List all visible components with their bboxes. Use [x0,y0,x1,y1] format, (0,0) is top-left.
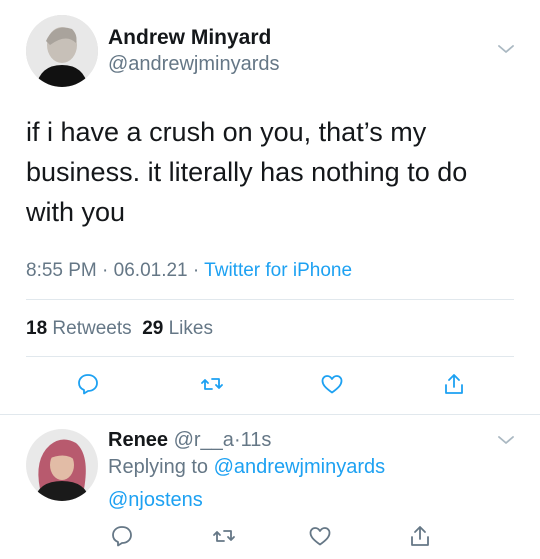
like-count: 29 [142,318,164,339]
reply-icon[interactable] [110,524,134,548]
likes-stat[interactable]: 29 Likes [142,318,213,339]
reply-icon[interactable] [76,372,100,396]
retweet-label: Retweets [52,318,132,339]
chevron-down-icon[interactable] [496,433,516,447]
author-handle[interactable]: @andrewjminyards [108,53,279,76]
reply-name[interactable]: Renee [108,429,168,451]
main-tweet: Andrew Minyard @andrewjminyards if i hav… [0,0,540,416]
heart-icon[interactable] [308,524,332,548]
replying-prefix: Replying to [108,456,209,478]
reply-tweet[interactable]: Renee @r__a·11s Replying to @andrewjminy… [0,415,540,559]
chevron-down-icon[interactable] [496,42,516,56]
reply-time: 11s [240,429,272,451]
retweet-count: 18 [26,318,48,339]
divider [26,299,514,300]
tweet-date: 06.01.21 [113,260,188,281]
reply-header: Renee @r__a·11s [108,429,271,452]
retweets-stat[interactable]: 18 Retweets [26,318,132,339]
reply-dot: · [233,429,241,451]
author-avatar[interactable] [26,15,98,87]
heart-icon[interactable] [320,372,344,396]
meta-separator: · [187,260,205,281]
author-name[interactable]: Andrew Minyard [108,26,271,50]
share-icon[interactable] [442,372,466,396]
tweet-text: if i have a crush on you, that’s my busi… [26,117,468,227]
reply-avatar[interactable] [26,429,98,501]
meta-separator: · [96,260,114,281]
share-icon[interactable] [408,524,432,548]
tweet-meta: 8:55 PM · 06.01.21 · Twitter for iPhone [26,260,352,282]
divider [26,356,514,357]
retweet-icon[interactable] [212,524,236,548]
replying-mention[interactable]: @andrewjminyards [214,456,385,478]
reply-handle[interactable]: @r__a [174,429,234,451]
tweet-time: 8:55 PM [26,260,97,281]
retweet-icon[interactable] [200,372,224,396]
reply-text[interactable]: @njostens [108,489,203,512]
like-label: Likes [168,318,213,339]
replying-to: Replying to @andrewjminyards [108,456,385,479]
tweet-stats: 18 Retweets 29 Likes [26,318,213,340]
tweet-source[interactable]: Twitter for iPhone [204,260,352,281]
